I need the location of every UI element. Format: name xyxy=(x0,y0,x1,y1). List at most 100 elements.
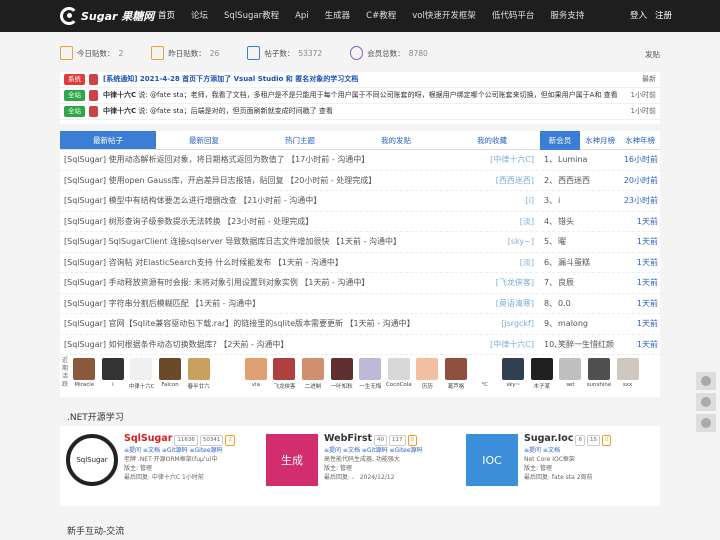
rank-row[interactable]: 1、 Lumina 16小时前 xyxy=(542,150,660,171)
member-name[interactable]: 0.0 xyxy=(558,294,637,314)
active-user[interactable]: CocoCola xyxy=(385,356,414,396)
post-title[interactable]: [SqlSugar] 官网【Sqlite兼容驱动包下载.rar】的链接里的sql… xyxy=(64,314,501,334)
notice-author[interactable]: 中律十六C xyxy=(103,107,136,115)
board-name[interactable]: Sugar.Ioc xyxy=(524,433,573,444)
nav-support[interactable]: 服务支持 xyxy=(542,0,592,32)
active-user[interactable]: 春半廿六 xyxy=(184,356,213,396)
member-name[interactable]: 良辰 xyxy=(558,273,637,293)
notice-item[interactable]: 系统 [系统通知] 2021-4-28 首页下方添加了 Vsual Studio… xyxy=(60,72,660,88)
active-user[interactable]: 二进制 xyxy=(299,356,328,396)
post-author[interactable]: [jsrgckf] xyxy=(501,314,534,334)
top-button[interactable] xyxy=(696,414,716,432)
post-author[interactable]: [中律十六C] xyxy=(490,150,534,170)
board-links[interactable]: ≡提问 ≡文档 xyxy=(524,446,611,455)
active-user[interactable]: °C xyxy=(470,356,499,396)
tab-hot-topics[interactable]: 热门主题 xyxy=(252,131,348,149)
new-post-button[interactable]: 发贴 xyxy=(645,49,660,60)
active-user[interactable]: via xyxy=(242,356,271,396)
post-row[interactable]: [SqlSugar] 如何根据条件动态切换数据库? 【2天前 - 沟通中】 [中律… xyxy=(60,335,538,355)
active-user[interactable]: Miracle xyxy=(70,356,99,396)
login-link[interactable]: 登入 xyxy=(630,0,647,32)
rank-row[interactable]: 9、 malong 1天前 xyxy=(542,314,660,335)
active-user[interactable]: sunshine xyxy=(585,356,614,396)
post-author[interactable]: [sky~] xyxy=(508,232,534,252)
active-user[interactable]: 一叶知秋 xyxy=(327,356,356,396)
nav-home[interactable]: 首页 xyxy=(150,0,183,32)
active-user[interactable]: 历历 xyxy=(413,356,442,396)
post-author[interactable]: [莫语清寒] xyxy=(496,294,534,314)
board-logo[interactable]: 生成 xyxy=(266,434,318,486)
member-name[interactable]: Lumina xyxy=(558,150,624,170)
member-name[interactable]: malong xyxy=(558,314,637,334)
board-name[interactable]: WebFirst xyxy=(324,433,372,444)
rank-row[interactable]: 2、 西西迷西 20小时前 xyxy=(542,171,660,191)
member-name[interactable]: 笑醉一生惜红颜 xyxy=(558,335,637,355)
active-user[interactable]: i xyxy=(99,356,128,396)
post-title[interactable]: [SqlSugar] SqlSugarClient 连接sqlserver 导致… xyxy=(64,232,508,252)
board-card[interactable]: IOC Sugar.Ioc 6 15 0 ≡提问 ≡文档 Net Core IOC框架 版主:… xyxy=(460,426,660,506)
rank-row[interactable]: 3、 i 23小时前 xyxy=(542,191,660,212)
nav-lowcode[interactable]: 低代码平台 xyxy=(484,0,543,32)
board-logo[interactable]: IOC xyxy=(466,434,518,486)
member-name[interactable]: 错头 xyxy=(558,212,637,232)
active-user[interactable]: sxx xyxy=(613,356,642,396)
post-author[interactable]: [中律十六C] xyxy=(490,335,534,355)
tab-latest-posts[interactable]: 最新帖子 xyxy=(60,131,156,149)
notice-item[interactable]: 全站 中律十六C 说: @fate sta；老师，我看了文档，多租户是不是只能用… xyxy=(60,88,660,104)
tab-monthly-rank[interactable]: 水神月榜 xyxy=(580,131,620,150)
active-user[interactable]: 木子某 xyxy=(528,356,557,396)
post-title[interactable]: [SqlSugar] 字符串分割后模糊匹配 【1天前 - 沟通中】 xyxy=(64,294,496,314)
member-name[interactable]: 曜 xyxy=(558,232,637,252)
post-row[interactable]: [SqlSugar] 树形查询子级参数提示无法转换 【23小时前 - 处理完成】… xyxy=(60,212,538,232)
post-author[interactable]: [西西迷西] xyxy=(496,171,534,191)
active-user[interactable]: 一生无悔 xyxy=(356,356,385,396)
nav-csharp-tutorial[interactable]: C#教程 xyxy=(358,0,404,32)
member-name[interactable]: 漏斗蛋糕 xyxy=(558,253,637,273)
tab-my-favorites[interactable]: 我的收藏 xyxy=(444,131,540,149)
post-author[interactable]: [淡] xyxy=(520,253,534,273)
active-user[interactable]: sky~ xyxy=(499,356,528,396)
tab-latest-replies[interactable]: 最新回复 xyxy=(156,131,252,149)
notice-item[interactable]: 全站 中律十六C 说: @fate sta；后端是对的，但页面刷新就变成时间戳了… xyxy=(60,104,660,120)
post-title[interactable]: [SqlSugar] 使用open Gauss库，开启差异日志报错，贴回复 【2… xyxy=(64,171,496,191)
active-user[interactable]: 飞龙侠客 xyxy=(270,356,299,396)
rank-row[interactable]: 8、 0.0 1天前 xyxy=(542,294,660,314)
qq-button[interactable] xyxy=(696,372,716,390)
post-row[interactable]: [SqlSugar] 官网【Sqlite兼容驱动包下载.rar】的链接里的sql… xyxy=(60,314,538,335)
site-logo[interactable]: Sugar 果糖网 xyxy=(60,7,154,25)
active-user[interactable] xyxy=(213,356,242,396)
post-title[interactable]: [SqlSugar] 手动释放资源有时会报: 未将对象引用设置到对象实例 【1天… xyxy=(64,273,496,293)
board-card[interactable]: SqlSugar SqlSugar 11636 50341 2 ≡提问 ≡文档 ≡Git源… xyxy=(60,426,260,506)
nav-api[interactable]: Api xyxy=(287,0,317,32)
nav-generator[interactable]: 生成器 xyxy=(317,0,359,32)
active-user[interactable]: set xyxy=(556,356,585,396)
rank-row[interactable]: 4、 错头 1天前 xyxy=(542,212,660,232)
board-links[interactable]: ≡提问 ≡文档 ≡Git源码 ≡Gitee源码 xyxy=(324,446,423,455)
rank-row[interactable]: 6、 漏斗蛋糕 1天前 xyxy=(542,253,660,273)
rank-row[interactable]: 5、曜 1天前 xyxy=(542,232,660,253)
member-name[interactable]: i xyxy=(558,191,624,211)
post-row[interactable]: [SqlSugar] SqlSugarClient 连接sqlserver 导致… xyxy=(60,232,538,253)
active-user[interactable]: 葛芦格 xyxy=(442,356,471,396)
post-title[interactable]: [SqlSugar] 咨询帖 对ElasticSearch支持 什么时候能发布 … xyxy=(64,253,520,273)
board-card[interactable]: 生成 WebFirst 40 117 0 ≡提问 ≡文档 ≡Git源码 ≡Gitee源码高… xyxy=(260,426,460,506)
rank-row[interactable]: 10、 笑醉一生惜红颜 1天前 xyxy=(542,335,660,355)
nav-sqlsugar-tutorial[interactable]: SqlSugar教程 xyxy=(216,0,287,32)
board-links[interactable]: ≡提问 ≡文档 ≡Git源码 ≡Gitee源码 xyxy=(124,446,235,455)
member-name[interactable]: 西西迷西 xyxy=(558,171,624,191)
post-row[interactable]: [SqlSugar] 字符串分割后模糊匹配 【1天前 - 沟通中】 [莫语清寒] xyxy=(60,294,538,314)
register-link[interactable]: 注册 xyxy=(655,0,672,32)
notice-author[interactable]: 中律十六C xyxy=(103,91,136,99)
rank-row[interactable]: 7、 良辰 1天前 xyxy=(542,273,660,294)
post-author[interactable]: [i] xyxy=(526,191,534,211)
post-title[interactable]: [SqlSugar] 模型中有结构体要怎么进行增删改查 【21小时前 - 沟通中… xyxy=(64,191,526,211)
post-row[interactable]: [SqlSugar] 模型中有结构体要怎么进行增删改查 【21小时前 - 沟通中… xyxy=(60,191,538,212)
nav-vol-framework[interactable]: vol快速开发框架 xyxy=(404,0,484,32)
post-title[interactable]: [SqlSugar] 使用动态解析返回对象，将日期格式返回为数值了 【17小时前… xyxy=(64,150,490,170)
post-author[interactable]: [飞龙侠客] xyxy=(496,273,534,293)
contact-button[interactable] xyxy=(696,393,716,411)
post-row[interactable]: [SqlSugar] 使用open Gauss库，开启差异日志报错，贴回复 【2… xyxy=(60,171,538,191)
notice-title[interactable]: [系统通知] 2021-4-28 首页下方添加了 Vsual Studio 和 … xyxy=(103,74,638,84)
post-title[interactable]: [SqlSugar] 如何根据条件动态切换数据库? 【2天前 - 沟通中】 xyxy=(64,335,490,355)
post-row[interactable]: [SqlSugar] 使用动态解析返回对象，将日期格式返回为数值了 【17小时前… xyxy=(60,150,538,171)
